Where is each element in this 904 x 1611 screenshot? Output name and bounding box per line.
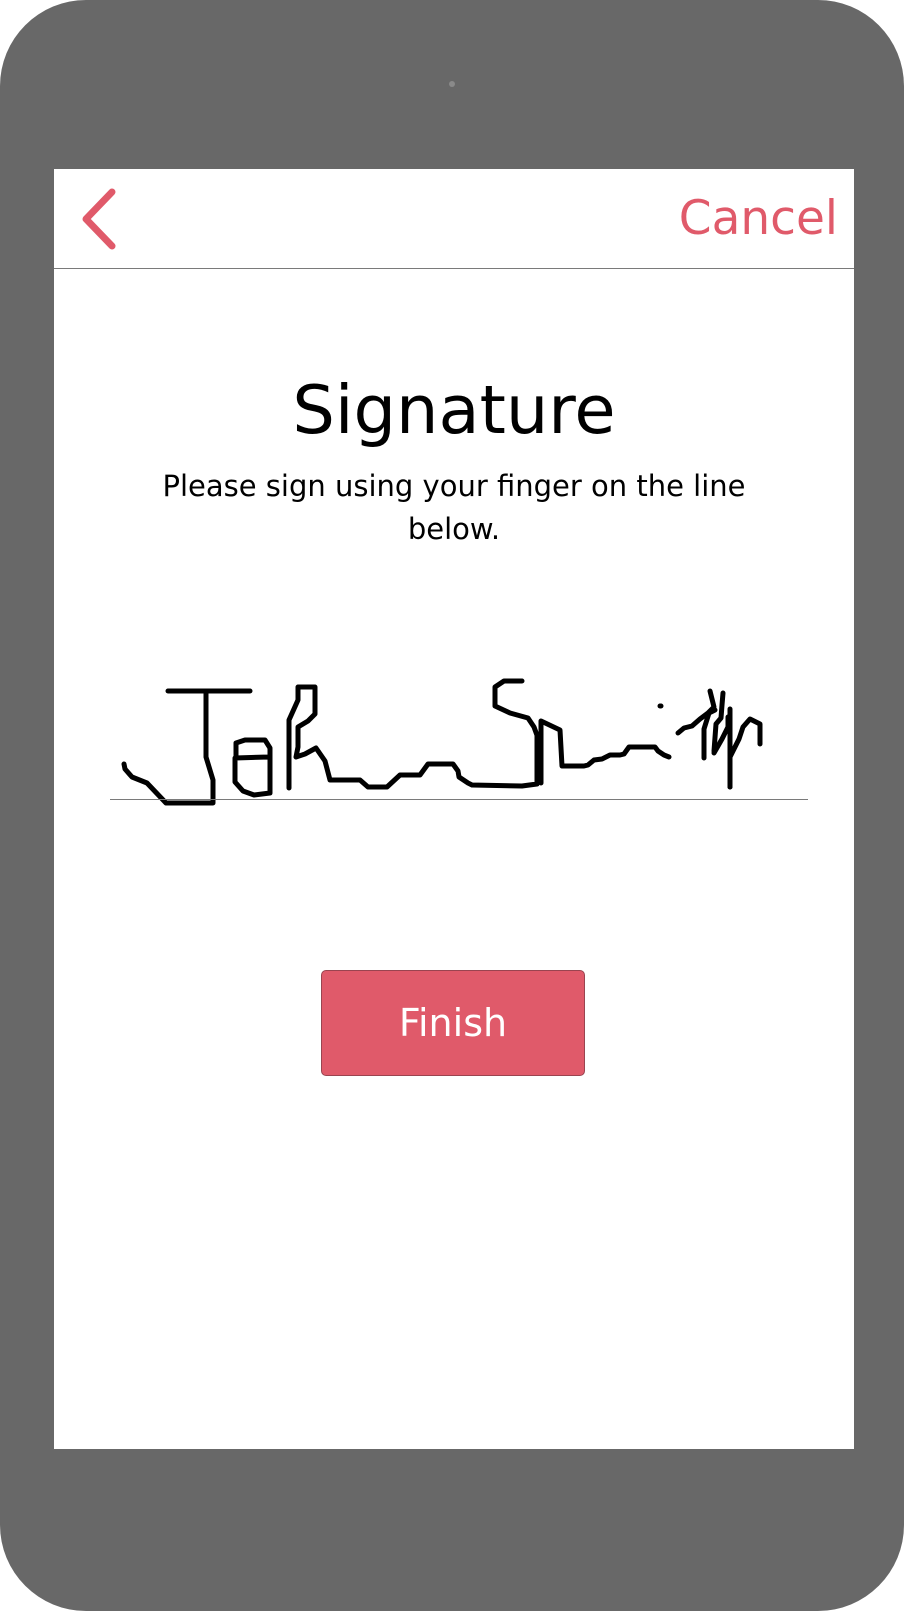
camera-dot <box>449 81 455 87</box>
page-title: Signature <box>292 371 616 449</box>
signature-pad[interactable] <box>110 609 810 969</box>
device-frame: Cancel Signature Please sign using your … <box>0 0 904 1611</box>
signature-drawing <box>121 678 763 806</box>
back-button[interactable] <box>78 187 128 251</box>
chevron-left-icon <box>82 188 116 250</box>
signature-line <box>110 799 808 800</box>
cancel-button[interactable]: Cancel <box>679 191 838 247</box>
navigation-bar: Cancel <box>54 169 854 269</box>
app-screen: Cancel Signature Please sign using your … <box>54 169 854 1449</box>
finish-button[interactable]: Finish <box>321 970 585 1076</box>
signature-instructions: Please sign using your finger on the lin… <box>162 469 746 546</box>
